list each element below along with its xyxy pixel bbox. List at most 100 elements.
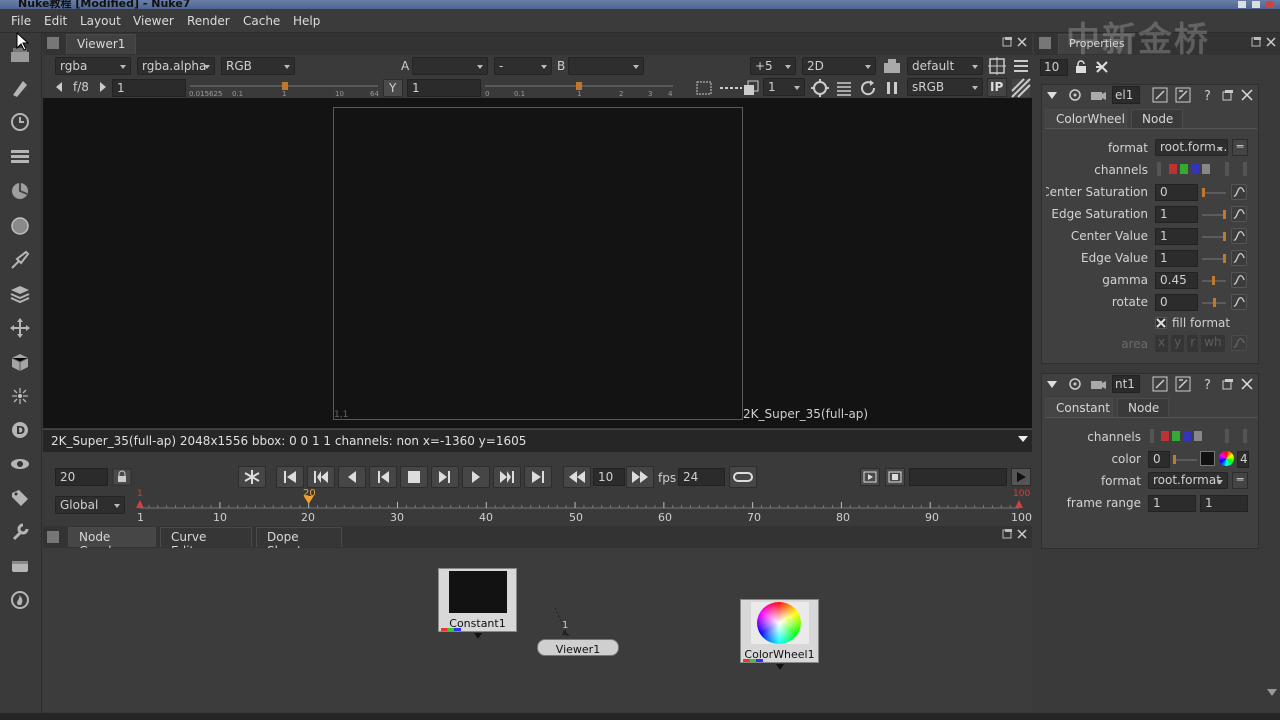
colorwheel1-node[interactable]: ColorWheel1 [740, 599, 819, 663]
constant-reset-icon[interactable] [1175, 376, 1191, 392]
gamma-field[interactable]: 1 [407, 79, 481, 97]
menu-render[interactable]: Render [187, 14, 230, 28]
skip-forward-button[interactable] [626, 466, 654, 488]
pause-render-icon[interactable] [810, 78, 830, 98]
gain-field[interactable]: 1 [112, 79, 186, 97]
format-dropdown[interactable]: root.form... [1155, 139, 1228, 156]
gamma-knob-slider[interactable] [1201, 274, 1227, 288]
edit-node-icon[interactable] [1152, 87, 1168, 103]
views-tool-icon[interactable] [9, 453, 31, 475]
node-color-icon[interactable] [1067, 87, 1083, 103]
center-saturation-animation-icon[interactable] [1231, 184, 1247, 200]
in-point-marker[interactable] [136, 500, 144, 508]
draw-tool-icon[interactable] [9, 77, 31, 99]
input-a-dropdown[interactable] [412, 57, 488, 75]
play-forward-button[interactable] [431, 466, 459, 488]
proxy-icon[interactable] [742, 79, 760, 97]
colorspace-dropdown[interactable]: sRGB [907, 78, 983, 96]
region-select-icon[interactable] [694, 79, 714, 97]
toolsets-tool-icon[interactable] [9, 521, 31, 543]
node-graph-close-icon[interactable] [1017, 529, 1027, 539]
constant-edit-icon[interactable] [1152, 376, 1168, 392]
clipping-warning-icon[interactable] [718, 79, 744, 97]
increment-field[interactable]: 10 [593, 468, 625, 486]
input-process-button[interactable]: IP [987, 78, 1007, 97]
properties-pane-menu-icon[interactable] [1038, 36, 1052, 50]
edge-value-field[interactable]: 1 [1155, 250, 1198, 267]
channel-tool-icon[interactable] [9, 146, 31, 168]
tab-constant-node[interactable]: Node [1117, 398, 1169, 418]
prev-keyframe-button[interactable] [307, 466, 335, 488]
frame-range-end-field[interactable]: 1 [1200, 495, 1248, 512]
constant-viewer-toggle-icon[interactable] [1089, 376, 1107, 392]
info-menu-icon[interactable] [1017, 434, 1029, 444]
tab-colorwheel-node[interactable]: Node [1131, 109, 1183, 129]
constant-channels-checkboxes[interactable] [1148, 427, 1253, 445]
help-icon[interactable]: ? [1201, 87, 1215, 103]
frame-range-start-field[interactable]: 1 [1148, 495, 1196, 512]
first-frame-button[interactable] [276, 466, 304, 488]
menu-cache[interactable]: Cache [243, 14, 280, 28]
channels-checkboxes[interactable] [1155, 160, 1253, 178]
timeline-play-button[interactable] [1011, 468, 1031, 486]
lock-panels-icon[interactable] [1073, 59, 1089, 75]
prev-frame-button[interactable] [338, 466, 366, 488]
stop-button[interactable] [400, 466, 428, 488]
merge-tool-icon[interactable] [9, 283, 31, 305]
collapse-constant-panel-icon[interactable] [1046, 378, 1058, 390]
proxy-dropdown[interactable]: 1 [763, 78, 805, 96]
node-name-field[interactable]: el1 [1112, 86, 1140, 104]
keyer-tool-icon[interactable] [9, 249, 31, 271]
roi-icon[interactable] [987, 56, 1007, 76]
tab-viewer1[interactable]: Viewer1 [66, 34, 136, 54]
transform-tool-icon[interactable] [9, 317, 31, 339]
scanlines-icon[interactable] [834, 78, 854, 98]
node-graph-canvas[interactable] [43, 548, 1032, 712]
input-b-dropdown[interactable] [568, 57, 644, 75]
tab-dope-sheet[interactable]: Dope Sheet [256, 527, 342, 558]
channels-dropdown[interactable]: rgba [55, 57, 131, 75]
properties-close-icon[interactable] [1266, 37, 1276, 47]
collapse-panel-icon[interactable] [1046, 89, 1058, 101]
close-panel-icon[interactable] [1241, 89, 1253, 101]
scrollbar-down-icon[interactable] [1266, 686, 1278, 700]
center-value-field[interactable]: 1 [1155, 228, 1198, 245]
metadata-tool-icon[interactable] [9, 487, 31, 509]
gamma-toggle-button[interactable]: Y [383, 79, 403, 97]
edge-saturation-field[interactable]: 1 [1155, 206, 1198, 223]
tab-colorwheel[interactable]: ColorWheel [1045, 109, 1127, 129]
display-channels-dropdown[interactable]: RGB [221, 57, 295, 75]
wipe-mode-dropdown[interactable]: - [494, 57, 552, 75]
gain-decrease-icon[interactable] [54, 81, 64, 93]
fill-format-checkbox[interactable] [1155, 317, 1167, 329]
constant-help-icon[interactable]: ? [1201, 376, 1215, 392]
gain-increase-icon[interactable] [98, 81, 108, 93]
constant1-node[interactable]: Constant1 [438, 568, 517, 632]
menu-help[interactable]: Help [293, 14, 320, 28]
play-backward-button[interactable] [369, 466, 397, 488]
format-edit-button[interactable]: ═ [1232, 139, 1248, 156]
center-saturation-field[interactable]: 0 [1155, 184, 1198, 201]
float-panel-icon[interactable] [1222, 89, 1234, 101]
reset-node-icon[interactable] [1175, 87, 1191, 103]
filter-tool-icon[interactable] [9, 215, 31, 237]
rotate-field[interactable]: 0 [1155, 294, 1198, 311]
color-slider[interactable] [1172, 453, 1198, 467]
constant-format-dropdown[interactable]: root.format [1148, 472, 1228, 489]
edge-value-slider[interactable] [1201, 252, 1227, 266]
constant-close-icon[interactable] [1241, 378, 1253, 390]
float-pane-icon[interactable] [1002, 37, 1012, 47]
close-pane-icon[interactable] [1017, 37, 1027, 47]
lock-icon[interactable] [112, 468, 132, 486]
tab-node-graph[interactable]: Node Graph [68, 527, 156, 558]
pane-menu-icon[interactable] [46, 36, 60, 50]
deep-tool-icon[interactable]: D [9, 419, 31, 441]
viewer-toggle-icon[interactable] [1089, 87, 1107, 103]
edge-saturation-animation-icon[interactable] [1231, 206, 1247, 222]
max-panels-field[interactable]: 10 [1040, 59, 1068, 76]
gamma-animation-icon[interactable] [1231, 272, 1247, 288]
edge-saturation-slider[interactable] [1201, 208, 1227, 222]
stripes-icon[interactable] [1011, 78, 1031, 98]
rotate-animation-icon[interactable] [1231, 294, 1247, 310]
last-frame-button[interactable] [524, 466, 552, 488]
